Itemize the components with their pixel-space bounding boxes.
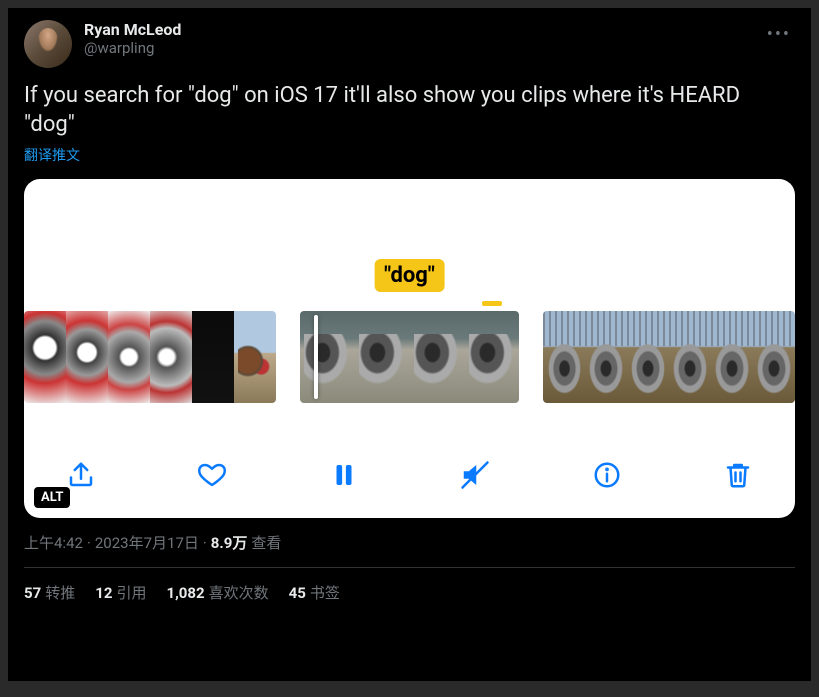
translate-link[interactable]: 翻译推文 [24,145,795,165]
bookmarks-label: 书签 [310,584,340,602]
more-icon[interactable]: ••• [763,20,795,49]
tweet-card: Ryan McLeod @warpling ••• If you search … [8,8,811,681]
clip-frame [108,311,150,403]
clip-frame [585,311,627,403]
tweet-header: Ryan McLeod @warpling ••• [24,20,795,68]
clip-frame [192,311,234,403]
clip-frame [24,311,66,403]
clip-group[interactable] [543,311,795,403]
tweet-time[interactable]: 上午4:42 [24,532,83,553]
author-names[interactable]: Ryan McLeod @warpling [84,20,795,57]
likes-label: 喜欢次数 [209,584,269,602]
alt-badge[interactable]: ALT [34,487,70,508]
bookmarks-count: 45 [289,584,306,602]
avatar[interactable] [24,20,72,68]
bookmarks-stat[interactable]: 45书签 [289,582,340,603]
tweet-date[interactable]: 2023年7月17日 [95,532,199,553]
tweet-stats: 57转推 12引用 1,082 喜欢次数 45书签 [24,582,795,603]
share-icon[interactable] [64,458,98,492]
likes-stat[interactable]: 1,082 喜欢次数 [166,582,268,603]
likes-count: 1,082 [166,584,204,602]
clip-group[interactable] [300,311,520,403]
pause-icon[interactable] [327,458,361,492]
views-label: 查看 [251,532,281,553]
retweets-stat[interactable]: 57转推 [24,582,75,603]
clip-frame [627,311,669,403]
clip-frame [753,311,795,403]
caption-token: "dog" [374,259,445,292]
handle: @warpling [84,39,795,57]
playhead-marker [482,301,502,306]
heart-icon[interactable] [195,458,229,492]
clip-group[interactable] [24,311,276,403]
clip-frame [543,311,585,403]
retweets-count: 57 [24,584,41,602]
clip-frame [66,311,108,403]
clip-frame [669,311,711,403]
retweets-label: 转推 [45,584,75,602]
media-attachment[interactable]: "dog" [24,179,795,518]
clip-frame [410,311,465,403]
info-icon[interactable] [590,458,624,492]
trash-icon[interactable] [721,458,755,492]
quotes-label: 引用 [116,584,146,602]
clip-frame [355,311,410,403]
quotes-stat[interactable]: 12引用 [95,582,146,603]
quotes-count: 12 [95,584,112,602]
separator-dot [203,534,207,552]
clip-frame [150,311,192,403]
divider [24,567,795,568]
tweet-text: If you search for "dog" on iOS 17 it'll … [24,82,795,139]
clip-frame [711,311,753,403]
clip-frame [234,311,276,403]
separator-dot [87,534,91,552]
clip-frame [300,311,355,403]
views-count: 8.9万 [211,532,248,553]
display-name: Ryan McLeod [84,20,795,39]
media-toolbar [24,450,795,500]
mute-icon[interactable] [458,458,492,492]
tweet-meta: 上午4:42 2023年7月17日 8.9万 查看 [24,532,795,553]
video-scrubber[interactable] [24,311,795,403]
clip-frame [464,311,519,403]
